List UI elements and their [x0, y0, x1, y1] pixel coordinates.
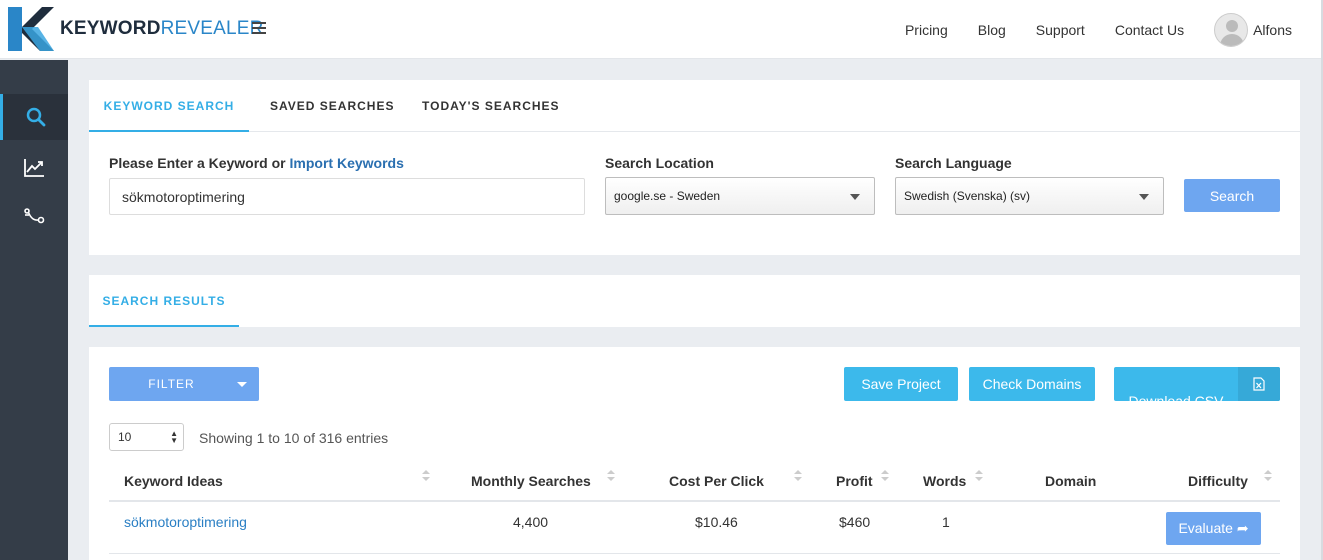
sort-icon[interactable] [607, 470, 615, 484]
language-label: Search Language [895, 155, 1012, 171]
nav-link-blog[interactable]: Blog [978, 22, 1006, 38]
main-nav: Pricing Blog Support Contact Us Alfons [905, 0, 1323, 59]
brand-logo[interactable]: KEYWORDREVEALER [8, 7, 264, 51]
trend-chart-icon [24, 159, 44, 177]
search-results-panel: SEARCH RESULTS [89, 275, 1300, 327]
sort-icon[interactable] [794, 470, 802, 484]
table-row: sökmotoroptimering 4,400 $10.46 $460 1 E… [109, 504, 1280, 554]
table-header: Keyword Ideas Monthly Searches Cost Per … [109, 459, 1280, 502]
language-value: Swedish (Svenska) (sv) [904, 189, 1031, 203]
chevron-down-icon [1139, 194, 1149, 200]
share-arrow-icon: ➦ [1236, 520, 1249, 536]
page-length-select[interactable]: 10 ▲ ▼ [109, 423, 184, 451]
nav-link-contact[interactable]: Contact Us [1115, 22, 1184, 38]
brand-name: KEYWORDREVEALER [60, 18, 264, 39]
chevron-down-icon [850, 194, 860, 200]
tab-keyword-search[interactable]: KEYWORD SEARCH [89, 80, 249, 132]
column-monthly-searches[interactable]: Monthly Searches [471, 473, 591, 489]
route-icon [24, 208, 45, 224]
results-table-panel: FILTER Save Project Check Domains Downlo… [89, 347, 1300, 560]
location-select[interactable]: google.se - Sweden [605, 177, 875, 215]
user-menu[interactable]: Alfons [1214, 12, 1292, 47]
chevron-down-icon [237, 382, 247, 387]
search-tabs: KEYWORD SEARCH SAVED SEARCHES TODAY'S SE… [89, 80, 1300, 132]
sort-icon[interactable] [1264, 470, 1272, 484]
logo-k-icon [8, 7, 54, 51]
sort-icon[interactable] [975, 470, 983, 484]
keyword-link[interactable]: sökmotoroptimering [124, 514, 247, 530]
sort-icon[interactable] [881, 470, 889, 484]
column-profit[interactable]: Profit [836, 473, 873, 489]
user-name: Alfons [1253, 21, 1292, 38]
tab-search-results[interactable]: SEARCH RESULTS [89, 275, 239, 327]
sidebar-item-route[interactable] [0, 194, 68, 240]
column-domain: Domain [1045, 473, 1097, 489]
keyword-input[interactable] [109, 178, 585, 215]
language-select[interactable]: Swedish (Svenska) (sv) [895, 177, 1164, 215]
download-csv-label: Download CSV [1128, 393, 1224, 409]
column-cost-per-click[interactable]: Cost Per Click [669, 473, 764, 489]
sort-icon[interactable] [422, 470, 430, 484]
tab-todays-searches[interactable]: TODAY'S SEARCHES [422, 80, 560, 132]
tab-saved-searches[interactable]: SAVED SEARCHES [270, 80, 394, 132]
cell-profit: $460 [839, 514, 871, 530]
nav-link-support[interactable]: Support [1036, 22, 1085, 38]
column-words[interactable]: Words [923, 473, 966, 489]
excel-file-icon [1238, 367, 1280, 401]
menu-toggle-icon[interactable] [252, 22, 266, 34]
filter-button[interactable]: FILTER [109, 367, 259, 401]
column-keyword-ideas[interactable]: Keyword Ideas [124, 473, 223, 489]
cell-cost-per-click: $10.46 [695, 514, 738, 530]
sidebar-item-keyword-search[interactable] [0, 94, 68, 140]
nav-link-pricing[interactable]: Pricing [905, 22, 948, 38]
sidebar [0, 60, 68, 560]
import-keywords-link[interactable]: Import Keywords [290, 155, 404, 171]
top-navbar: KEYWORDREVEALER Pricing Blog Support Con… [0, 0, 1323, 59]
check-domains-button[interactable]: Check Domains [969, 367, 1095, 401]
stepper-arrows-icon: ▲ ▼ [170, 429, 178, 445]
sidebar-item-rank-tracker[interactable] [0, 144, 68, 190]
filter-label: FILTER [148, 377, 195, 391]
cell-monthly-searches: 4,400 [513, 514, 549, 530]
column-difficulty[interactable]: Difficulty [1188, 473, 1248, 489]
keyword-label: Please Enter a Keyword or Import Keyword… [109, 155, 404, 171]
download-csv-button[interactable]: Download CSV [1114, 367, 1280, 409]
search-icon [26, 107, 45, 127]
cell-words: 1 [942, 514, 950, 530]
avatar [1214, 12, 1249, 47]
page-length-value: 10 [118, 430, 132, 444]
save-project-button[interactable]: Save Project [844, 367, 958, 401]
search-button[interactable]: Search [1184, 179, 1280, 212]
location-value: google.se - Sweden [614, 189, 721, 203]
entries-info: Showing 1 to 10 of 316 entries [199, 430, 389, 446]
location-label: Search Location [605, 155, 714, 171]
keyword-search-panel: KEYWORD SEARCH SAVED SEARCHES TODAY'S SE… [89, 80, 1300, 255]
evaluate-button[interactable]: Evaluate ➦ [1166, 512, 1261, 545]
evaluate-label: Evaluate [1178, 520, 1233, 536]
